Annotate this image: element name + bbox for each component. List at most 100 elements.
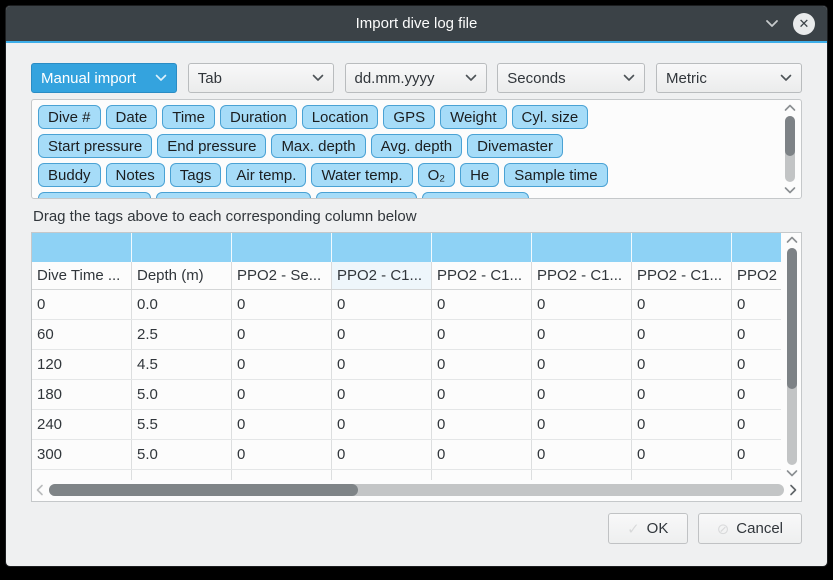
titlebar[interactable]: Import dive log file ✕ <box>6 6 827 41</box>
close-icon: ✕ <box>799 16 810 32</box>
table-vscrollbar-track[interactable] <box>787 248 797 465</box>
import-options-row: Manual import Tab dd.mm.yyyy Seconds Metric <box>31 63 802 93</box>
tag-start-pressure[interactable]: Start pressure <box>38 134 152 158</box>
tag-sample-time[interactable]: Sample time <box>504 163 607 187</box>
tag-tags[interactable]: Tags <box>170 163 222 187</box>
drop-target-cell[interactable] <box>132 233 232 262</box>
chevron-down-icon <box>623 74 635 82</box>
tags-scrollbar[interactable] <box>782 103 798 195</box>
table-cell: 0 <box>332 290 432 319</box>
table-hscrollbar-thumb[interactable] <box>49 484 358 496</box>
table-hscrollbar-track[interactable] <box>49 484 784 496</box>
table-cell <box>32 470 132 480</box>
accent-line <box>6 41 827 43</box>
table-cell: 5.5 <box>132 410 232 439</box>
drop-target-cell[interactable] <box>232 233 332 262</box>
shade-chevron-icon[interactable] <box>765 19 779 28</box>
tag-row: Dive #DateTimeDurationLocationGPSWeightC… <box>38 105 795 129</box>
tag-sample-temperature[interactable]: Sample temperature <box>156 192 312 198</box>
tags-scrollbar-track[interactable] <box>785 116 795 182</box>
table-cell: 0 <box>532 320 632 349</box>
drop-target-cell[interactable] <box>732 233 781 262</box>
table-cell: 60 <box>32 320 132 349</box>
tag-divemaster[interactable]: Divemaster <box>467 134 563 158</box>
combo-field-separator[interactable]: Tab <box>188 63 334 93</box>
scroll-up-icon[interactable] <box>784 103 796 113</box>
ok-button[interactable]: ✓OK <box>608 513 688 544</box>
combo-units[interactable]: Metric <box>656 63 802 93</box>
drop-target-cell[interactable] <box>32 233 132 262</box>
tag-o[interactable]: O₂ <box>418 163 456 187</box>
table-hscrollbar[interactable] <box>34 481 799 499</box>
scroll-down-icon[interactable] <box>786 468 798 478</box>
tag-sample-depth[interactable]: Sample depth <box>38 192 151 198</box>
tag-he[interactable]: He <box>460 163 499 187</box>
table-header-row: Dive Time ...Depth (m)PPO2 - Se...PPO2 -… <box>32 262 781 290</box>
combo-import-source[interactable]: Manual import <box>31 63 177 93</box>
table-cell: 0 <box>732 350 781 379</box>
combo-field-separator-value: Tab <box>198 70 222 87</box>
tag-max-depth[interactable]: Max. depth <box>271 134 365 158</box>
combo-duration-format[interactable]: Seconds <box>497 63 645 93</box>
scroll-up-icon[interactable] <box>786 235 798 245</box>
drag-tags-instruction: Drag the tags above to each correspondin… <box>33 208 802 225</box>
chevron-down-icon <box>155 74 167 82</box>
tag-location[interactable]: Location <box>302 105 379 129</box>
table-cell: 5.0 <box>132 440 232 469</box>
table-row: 1805.0000000 <box>32 380 781 410</box>
dialog-title: Import dive log file <box>356 15 478 32</box>
tags-scrollbar-thumb[interactable] <box>785 116 795 156</box>
drop-target-cell[interactable] <box>332 233 432 262</box>
table-cell: 0 <box>232 380 332 409</box>
tag-time[interactable]: Time <box>162 105 215 129</box>
scroll-left-icon[interactable] <box>34 484 46 496</box>
cancel-button[interactable]: ⊘Cancel <box>698 513 802 544</box>
table-cell <box>232 470 332 480</box>
close-button[interactable]: ✕ <box>793 13 815 35</box>
tag-end-pressure[interactable]: End pressure <box>157 134 266 158</box>
tag-water-temp[interactable]: Water temp. <box>311 163 412 187</box>
table-cell: 4.5 <box>132 350 232 379</box>
combo-import-source-value: Manual import <box>41 70 136 87</box>
scroll-right-icon[interactable] <box>787 484 799 496</box>
tag-date[interactable]: Date <box>106 105 158 129</box>
column-header: PPO2 - C1... <box>432 262 532 289</box>
scroll-down-icon[interactable] <box>784 185 796 195</box>
table-cell: 0 <box>632 440 732 469</box>
drop-target-cell[interactable] <box>532 233 632 262</box>
table-cell <box>532 470 632 480</box>
combo-date-format[interactable]: dd.mm.yyyy <box>345 63 487 93</box>
table-vscrollbar-thumb[interactable] <box>787 248 797 389</box>
tag-buddy[interactable]: Buddy <box>38 163 101 187</box>
table-cell: 120 <box>32 350 132 379</box>
tag-avg-depth[interactable]: Avg. depth <box>371 134 462 158</box>
tag-sample-po[interactable]: Sample pO₂ <box>316 192 417 198</box>
import-preview-table: Dive Time ...Depth (m)PPO2 - Se...PPO2 -… <box>31 232 802 502</box>
column-header: PPO2 - C1... <box>332 262 432 289</box>
table-cell: 0 <box>532 410 632 439</box>
tag-sample-cns[interactable]: Sample CNS <box>422 192 529 198</box>
table-cell: 0 <box>432 410 532 439</box>
table-cell: 300 <box>32 440 132 469</box>
drop-target-cell[interactable] <box>432 233 532 262</box>
column-header: PPO2 <box>732 262 781 289</box>
tag-duration[interactable]: Duration <box>220 105 297 129</box>
drop-target-row <box>32 233 781 262</box>
tag-notes[interactable]: Notes <box>106 163 165 187</box>
column-header: PPO2 - C1... <box>632 262 732 289</box>
tag-gps[interactable]: GPS <box>383 105 435 129</box>
tag-weight[interactable]: Weight <box>440 105 506 129</box>
drop-target-cell[interactable] <box>632 233 732 262</box>
tag-cyl-size[interactable]: Cyl. size <box>512 105 589 129</box>
table-cell: 0 <box>532 440 632 469</box>
chevron-down-icon <box>780 74 792 82</box>
tag-dive[interactable]: Dive # <box>38 105 101 129</box>
table-cell: 2.5 <box>132 320 232 349</box>
tag-air-temp[interactable]: Air temp. <box>226 163 306 187</box>
table-cell: 0 <box>632 410 732 439</box>
table-cell: 0 <box>232 350 332 379</box>
table-cell: 0 <box>32 290 132 319</box>
table-cell <box>632 470 732 480</box>
table-vscrollbar[interactable] <box>784 235 800 478</box>
table-cell: 0 <box>332 410 432 439</box>
